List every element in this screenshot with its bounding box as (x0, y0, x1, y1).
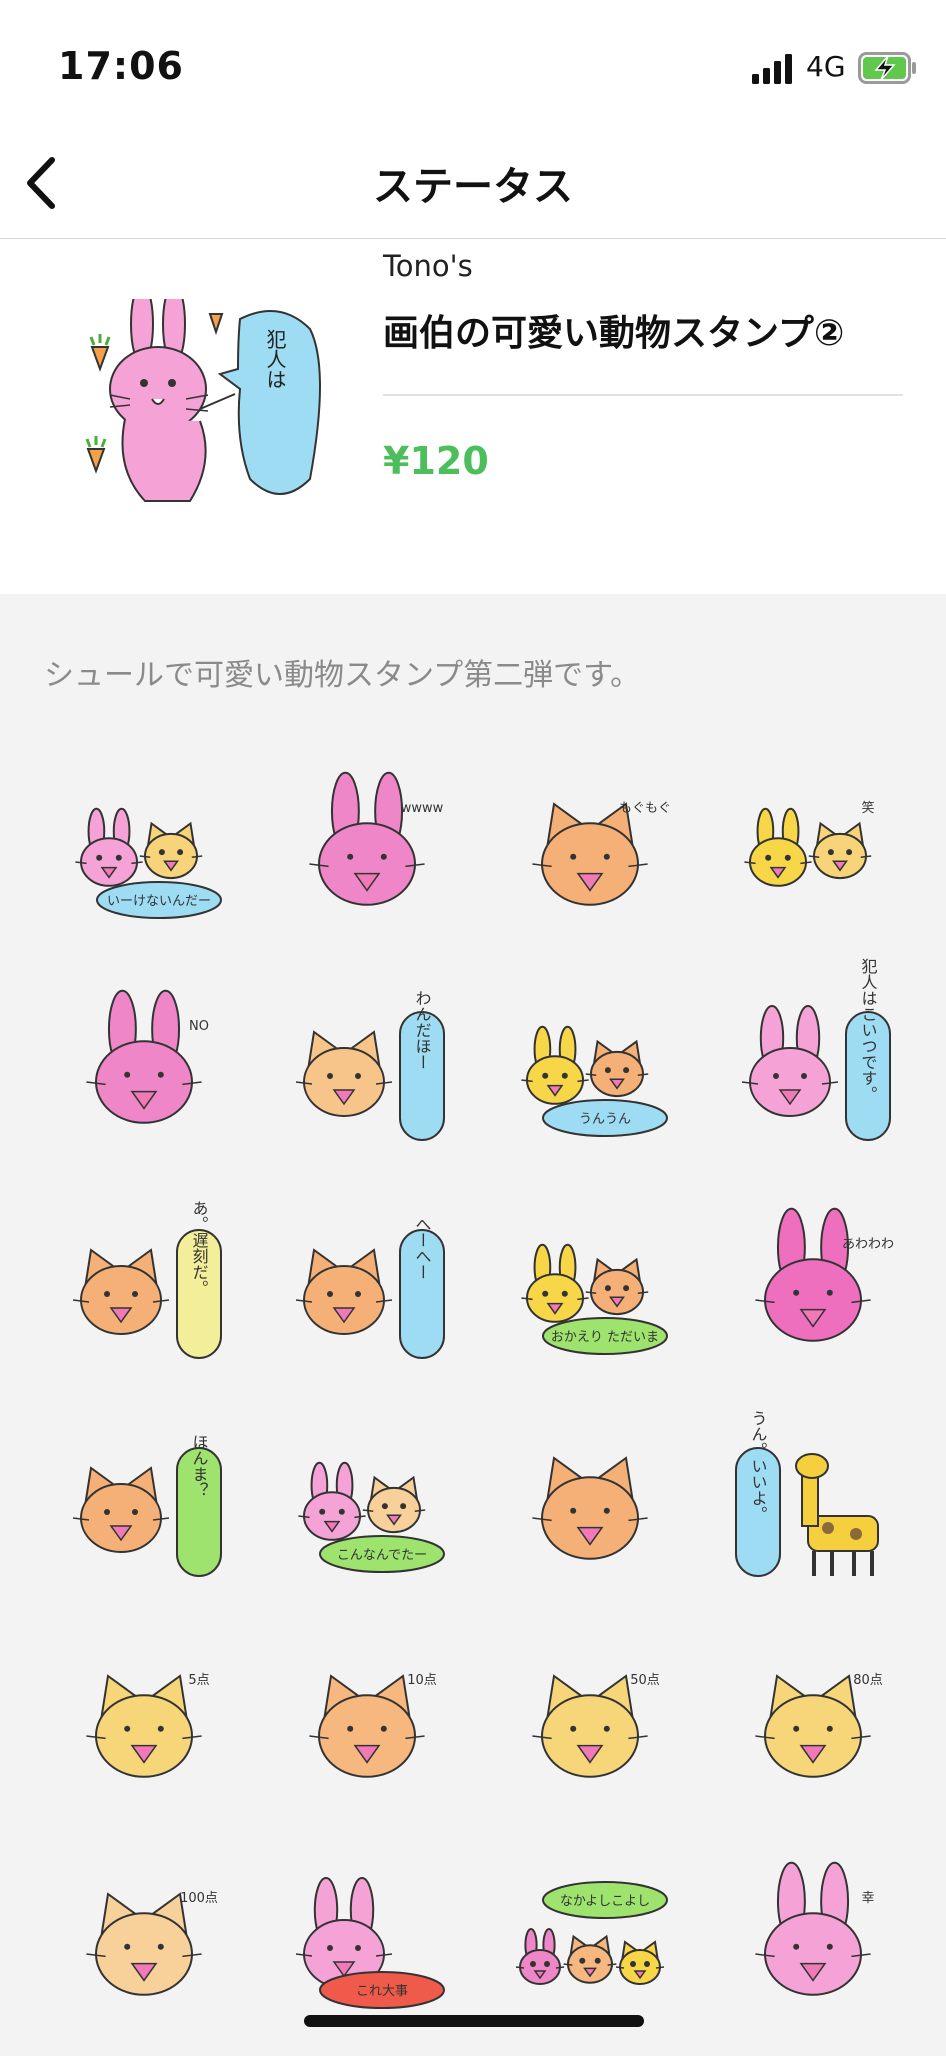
status-bar: 17:06 4G (0, 0, 946, 128)
svg-text:犯人は: 犯人は (263, 329, 287, 389)
sticker-image: NO (85, 989, 209, 1124)
sticker-image: こんなんでたー (297, 1461, 445, 1573)
clock: 17:06 (58, 44, 184, 88)
divider (383, 394, 903, 396)
sticker-caption: 50点 (630, 1673, 660, 1688)
sticker-image: おかえり ただいま (520, 1243, 668, 1355)
sticker-image: あわわわ (754, 1207, 894, 1342)
sticker-caption: こんなんでたー (336, 1548, 426, 1563)
sticker-caption: NO (189, 1019, 209, 1034)
sticker-item[interactable]: 50点 (478, 1620, 701, 1838)
sticker-caption: 犯人はこいつです。 (858, 958, 877, 1102)
sticker-caption: うんうん (578, 1112, 630, 1127)
sticker-caption: へーへー (412, 1216, 431, 1280)
sticker-image: 5点 (85, 1673, 209, 1778)
sticker-image: うんうん (520, 1025, 668, 1137)
sticker-caption: 5点 (188, 1673, 209, 1688)
sticker-item[interactable]: NO (32, 966, 255, 1184)
sticker-item[interactable] (478, 1402, 701, 1620)
sticker-caption: 10点 (407, 1673, 437, 1688)
signal-icon (752, 54, 792, 84)
sticker-item[interactable]: いーけないんだー (32, 748, 255, 966)
home-indicator (304, 2015, 644, 2027)
sticker-caption: wwww (400, 801, 443, 816)
sticker-image: うん。いいよ。 (734, 1410, 879, 1577)
sticker-item[interactable]: 笑 (701, 748, 924, 966)
sticker-image: いーけないんだー (74, 807, 222, 919)
sticker-item[interactable]: うんうん (478, 966, 701, 1184)
sticker-caption: あ。遅刻だ。 (189, 1200, 208, 1296)
navigation-bar: ステータス (0, 128, 946, 239)
sticker-caption: 幸 (861, 1891, 874, 1906)
sticker-image: へーへー (295, 1216, 445, 1359)
sticker-caption: おかえり ただいま (550, 1330, 658, 1345)
sticker-image: わんだほー (295, 990, 445, 1141)
sticker-item[interactable]: wwww (255, 748, 478, 966)
product-header: 犯人は Tono's 画伯の可愛い動物スタンプ② ¥120 (0, 239, 946, 594)
sticker-item[interactable]: ほんま？ (32, 1402, 255, 1620)
sticker-caption: ほんま？ (189, 1434, 208, 1498)
sticker-image: なかよしこよし (515, 1881, 668, 1985)
sticker-caption: うん。いいよ。 (748, 1410, 767, 1522)
network-label: 4G (806, 50, 846, 83)
sticker-image: もぐもぐ (531, 801, 671, 906)
product-description: シュールで可愛い動物スタンプ第二弾です。 (44, 658, 641, 693)
sticker-preview-image[interactable]: 犯人は (70, 299, 330, 519)
page-title: ステータス (373, 164, 573, 210)
sticker-image: 80点 (754, 1673, 883, 1778)
sticker-image (531, 1456, 648, 1560)
sticker-caption: わんだほー (412, 990, 431, 1070)
sticker-image: 幸 (754, 1861, 874, 1996)
battery-charging-icon (858, 52, 916, 84)
sticker-image: wwww (308, 771, 443, 906)
sticker-image: 100点 (85, 1891, 218, 1996)
sticker-item[interactable]: あわわわ (701, 1184, 924, 1402)
sticker-caption: 80点 (853, 1673, 883, 1688)
sticker-item[interactable]: 5点 (32, 1620, 255, 1838)
sticker-image: 笑 (743, 800, 874, 887)
sticker-grid: いーけないんだー wwww もぐもぐ 笑 NO わんだほーうんうん 犯人はこいつです。あ。遅… (32, 748, 924, 2056)
sticker-caption: いーけないんだー (106, 894, 210, 909)
author-name[interactable]: Tono's (383, 249, 473, 283)
sticker-image: 50点 (531, 1673, 660, 1778)
sticker-item[interactable]: こんなんでたー (255, 1402, 478, 1620)
sticker-item[interactable]: 80点 (701, 1620, 924, 1838)
sticker-image: 犯人はこいつです。 (741, 958, 891, 1141)
sticker-item[interactable]: 10点 (255, 1620, 478, 1838)
sticker-item[interactable]: へーへー (255, 1184, 478, 1402)
sticker-caption: 笑 (861, 800, 874, 816)
sticker-image: 10点 (308, 1673, 437, 1778)
sticker-caption: もぐもぐ (618, 801, 670, 816)
sticker-item[interactable]: あ。遅刻だ。 (32, 1184, 255, 1402)
sticker-image: ほんま？ (72, 1434, 222, 1577)
sticker-item[interactable]: おかえり ただいま (478, 1184, 701, 1402)
sticker-item[interactable]: わんだほー (255, 966, 478, 1184)
sticker-item[interactable]: 100点 (32, 1838, 255, 2056)
sticker-image: これ大事 (295, 1877, 445, 2009)
sticker-image: あ。遅刻だ。 (72, 1200, 222, 1359)
sticker-caption: 100点 (180, 1891, 218, 1906)
price: ¥120 (383, 439, 489, 483)
sticker-item[interactable]: 犯人はこいつです。 (701, 958, 924, 1184)
sticker-item[interactable]: 幸 (701, 1838, 924, 2056)
sticker-caption: これ大事 (355, 1984, 407, 1999)
sticker-caption: あわわわ (841, 1237, 893, 1252)
sticker-caption: なかよしこよし (559, 1894, 649, 1909)
product-title: 画伯の可愛い動物スタンプ② (383, 313, 845, 354)
sticker-item[interactable]: うん。いいよ。 (701, 1402, 924, 1620)
sticker-item[interactable]: もぐもぐ (478, 748, 701, 966)
